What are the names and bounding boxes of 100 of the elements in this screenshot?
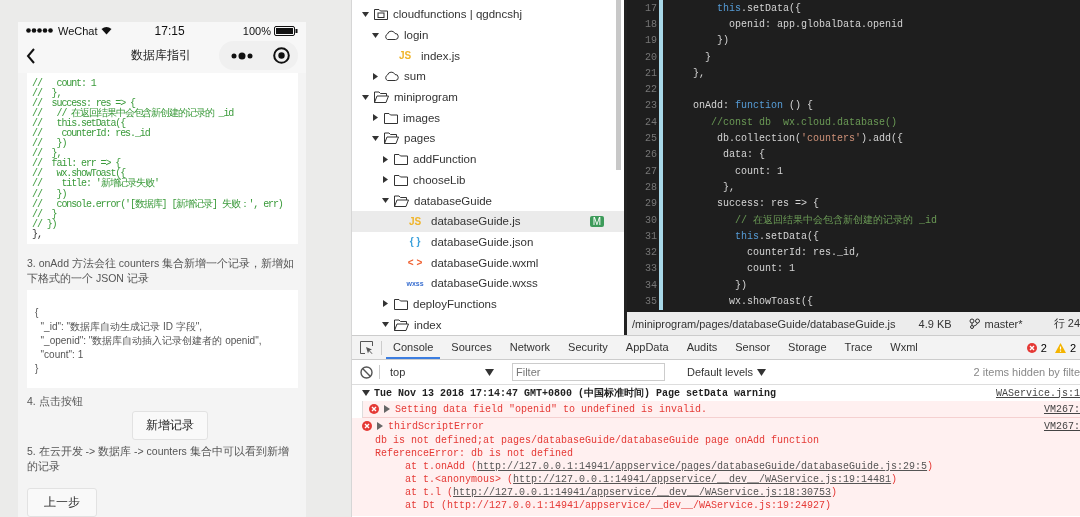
code-line: count: 1 <box>747 263 795 275</box>
error-icon <box>1026 342 1037 353</box>
signal-icon <box>26 28 53 34</box>
file-tree-item[interactable]: login <box>352 24 624 46</box>
caret-right-icon[interactable] <box>382 300 389 308</box>
devtools-tab[interactable]: Trace <box>837 336 880 359</box>
levels-dropdown[interactable]: Default levels <box>681 365 773 379</box>
stack-frame-end: ) <box>891 474 898 485</box>
file-tree-item[interactable]: < > databaseGuide.wxml <box>352 252 624 273</box>
file-type-icon: JS <box>394 50 416 62</box>
caret-down-icon[interactable] <box>362 94 369 100</box>
error-message: thirdScriptError <box>388 420 484 432</box>
caret-down-icon <box>485 368 494 376</box>
json-line: "_id": "数据库自动生成记录 ID 字段", <box>39 320 203 334</box>
code-line: // console.error('[数据库] [新增记录] 失败：', err) <box>32 199 283 210</box>
file-name: images <box>403 111 441 124</box>
devtools-tab[interactable]: Security <box>561 336 615 359</box>
open-folder-icon <box>374 91 389 104</box>
file-name: databaseGuide.js <box>431 215 521 228</box>
expanded-triangle-icon[interactable] <box>362 389 370 397</box>
code-line: }) <box>717 35 729 47</box>
caret-down-icon[interactable] <box>382 322 389 328</box>
file-tree-item[interactable]: JS index.js <box>352 45 624 67</box>
code-line: onAdd: function () { <box>693 100 814 112</box>
folder-icon <box>374 8 388 21</box>
caret-down-icon[interactable] <box>362 11 369 17</box>
error-icon <box>362 421 372 431</box>
filter-field[interactable]: Filter <box>512 363 665 381</box>
collapsed-triangle-icon[interactable] <box>376 422 384 430</box>
json-line: "count": 1 <box>39 348 85 362</box>
source-link[interactable]: WAService.js:1 <box>996 387 1080 399</box>
code-line: // counterId: res._id <box>32 128 150 139</box>
file-tree-item[interactable]: miniprogram <box>352 86 624 108</box>
file-name: login <box>404 29 429 42</box>
file-tree-item[interactable]: pages <box>352 128 624 149</box>
caret-right-icon[interactable] <box>382 176 389 184</box>
source-link[interactable]: VM267: <box>1044 420 1080 432</box>
error-count: 2 <box>1040 341 1047 354</box>
stack-link[interactable]: http://127.0.0.1:14941/appservice/__dev__/WAService.js:18:30753 <box>453 487 832 498</box>
devtools-tab[interactable]: Audits <box>679 336 725 359</box>
clear-icon[interactable] <box>360 365 373 379</box>
inspect-icon[interactable] <box>360 341 373 354</box>
caret-right-icon[interactable] <box>382 155 389 163</box>
devtools-tab[interactable]: Sensor <box>728 336 778 359</box>
line-number: 20 <box>644 51 657 63</box>
carrier-name: WeChat <box>58 24 98 37</box>
file-name: cloudfunctions | qgdncshj <box>393 8 522 21</box>
code-line: }, <box>32 229 42 240</box>
devtools-tab[interactable]: Console <box>386 336 441 359</box>
stack-link[interactable]: http://127.0.0.1:14941/appservice/pages/databaseGuide/databaseGuide.js:29:5 <box>477 461 928 472</box>
file-tree-item[interactable]: images <box>352 107 624 129</box>
warning-icon <box>1054 342 1066 353</box>
file-tree-item[interactable]: cloudfunctions | qgdncshj <box>352 4 624 25</box>
stack-frame-end: ) <box>927 461 934 472</box>
caret-down-icon[interactable] <box>372 32 379 38</box>
step-text: 3. onAdd 方法会往 counters 集合新增一个记录，新增如下格式的一个 JSON 记录 <box>27 256 296 286</box>
code-line: wx.showToast({ <box>729 296 813 307</box>
scrollbar-thumb[interactable] <box>616 0 621 170</box>
devtools-tab[interactable]: Storage <box>781 336 834 359</box>
open-folder-icon <box>394 194 409 207</box>
file-tree-item[interactable]: JS databaseGuide.js M <box>352 210 624 232</box>
stack-link[interactable]: http://127.0.0.1:14941/appservice/__dev__/WAService.js:19:14481 <box>513 474 892 485</box>
file-name: index.js <box>421 49 460 62</box>
caret-down-icon[interactable] <box>382 198 389 204</box>
file-tree-item[interactable]: chooseLib <box>352 169 624 191</box>
code-line: // 在返回结果中会包含新创建的记录的 _id <box>735 213 937 227</box>
caret-down-icon[interactable] <box>372 135 379 141</box>
devtools-tab[interactable]: Sources <box>444 336 499 359</box>
page-title: 数据库指引 <box>131 47 191 65</box>
code-line: }, <box>723 181 735 193</box>
more-icon[interactable] <box>231 51 253 60</box>
devtools-tab[interactable]: Network <box>502 336 558 359</box>
devtools-tab[interactable]: AppData <box>618 336 676 359</box>
add-record-button[interactable]: 新增记录 <box>132 411 208 440</box>
code-line: }) <box>735 279 747 291</box>
devtools-tab[interactable]: Wxml <box>883 336 925 359</box>
caret-right-icon[interactable] <box>372 114 379 122</box>
file-name: miniprogram <box>394 91 458 104</box>
collapsed-triangle-icon[interactable] <box>383 405 391 413</box>
file-tree-item[interactable]: deployFunctions <box>352 293 624 315</box>
line-number: 28 <box>644 181 657 193</box>
source-link[interactable]: VM267: <box>1044 403 1080 415</box>
file-tree-item[interactable]: sum <box>352 66 624 87</box>
file-tree-item[interactable]: { } databaseGuide.json <box>352 231 624 253</box>
caret-right-icon[interactable] <box>372 72 379 80</box>
file-tree-item[interactable]: databaseGuide <box>352 190 624 211</box>
code-line: } <box>705 51 711 63</box>
back-icon[interactable] <box>26 47 36 64</box>
file-tree-item[interactable]: index <box>352 314 624 335</box>
file-tree-item[interactable]: addFunction <box>352 148 624 170</box>
file-size: 4.9 KB <box>918 317 952 330</box>
file-name: addFunction <box>413 153 477 166</box>
file-path: /miniprogram/pages/databaseGuide/databaseGuide.js <box>632 317 896 330</box>
previous-button[interactable]: 上一步 <box>27 488 97 517</box>
code-line: db.collection('counters').add({ <box>717 133 904 144</box>
battery-level: 100% <box>242 24 271 37</box>
git-branch[interactable]: master* <box>984 317 1023 330</box>
code-line: this.setData({ <box>735 230 820 242</box>
line-number: 23 <box>644 100 657 112</box>
code-line: // // 在返回结果中会包含新创建的记录的 _id <box>32 108 234 119</box>
